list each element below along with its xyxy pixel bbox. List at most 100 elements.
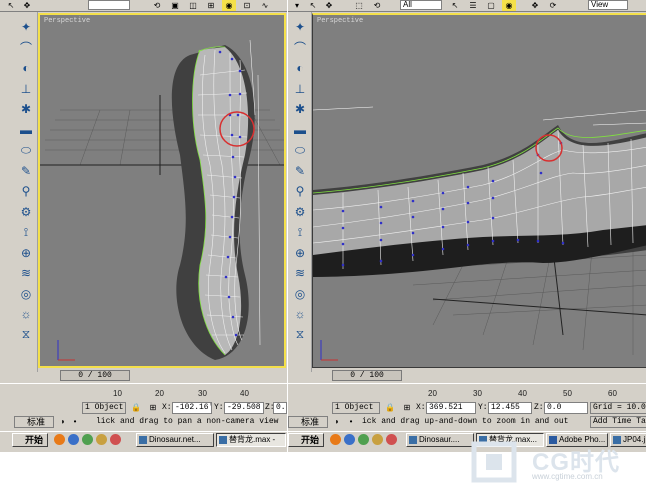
gear-icon[interactable]: ⚙ — [291, 203, 309, 221]
scale-icon[interactable]: ▣ — [168, 0, 182, 11]
curve-editor-icon[interactable]: ∿ — [258, 0, 272, 11]
wave-icon[interactable]: ≋ — [17, 264, 35, 282]
gear-icon[interactable]: ⚙ — [17, 203, 35, 221]
task-button[interactable]: Dinosaur.net... — [136, 433, 214, 447]
mail-icon[interactable] — [386, 434, 397, 445]
ribbon-icon[interactable]: ⧖ — [291, 326, 309, 344]
snap-icon[interactable]: ◉ — [222, 0, 236, 11]
box-icon[interactable]: ▬ — [291, 121, 309, 139]
start-button[interactable]: 开始 — [288, 433, 324, 447]
select-object-icon[interactable]: ↖ — [448, 0, 462, 11]
plug-icon[interactable]: ⊕ — [291, 244, 309, 262]
z-coordinate-field[interactable]: 0.0 — [544, 402, 588, 414]
light-icon[interactable]: ☼ — [291, 305, 309, 323]
box-icon[interactable]: ▬ — [17, 121, 35, 139]
cylinder-icon[interactable]: ⬭ — [291, 141, 309, 159]
explorer-icon[interactable] — [358, 434, 369, 445]
dinosaur-mesh-left — [40, 39, 284, 361]
move-icon[interactable]: ✥ — [322, 0, 336, 11]
y-coordinate-field[interactable]: -29.508 — [224, 402, 264, 414]
chevron-down-icon[interactable]: ▾ — [290, 0, 304, 11]
display-icon[interactable]: ✱ — [291, 100, 309, 118]
z-coordinate-field[interactable]: 0. — [273, 402, 287, 414]
move-icon[interactable]: ✥ — [528, 0, 542, 11]
magnet-icon[interactable]: ⚲ — [291, 182, 309, 200]
rotate-icon[interactable]: ⟲ — [370, 0, 384, 11]
hierarchy-icon[interactable]: ◐ — [291, 59, 309, 77]
selection-filter-field[interactable] — [88, 0, 130, 10]
media-icon[interactable] — [372, 434, 383, 445]
hierarchy-icon[interactable]: ◐ — [17, 59, 35, 77]
left-time-slider[interactable]: 0 / 100 — [60, 370, 130, 381]
mail-icon[interactable] — [110, 434, 121, 445]
select-by-name-icon[interactable]: ☰ — [466, 0, 480, 11]
brush-icon[interactable]: ✎ — [291, 162, 309, 180]
explorer-icon[interactable] — [82, 434, 93, 445]
transform-type-icon[interactable]: ⊞ — [146, 402, 160, 413]
task-button-active[interactable]: 替背龙.max - — [216, 433, 286, 447]
move-icon[interactable]: ✥ — [20, 0, 34, 11]
desktop-icon[interactable] — [68, 434, 79, 445]
align-icon[interactable]: ⊞ — [204, 0, 218, 11]
motion-icon[interactable]: ⊥ — [291, 80, 309, 98]
punct-icon[interactable]: • — [68, 416, 82, 427]
right-perspective-viewport[interactable]: Perspective — [312, 13, 646, 368]
bone-icon[interactable]: ⟟ — [291, 223, 309, 241]
left-perspective-viewport[interactable]: Perspective — [38, 13, 286, 368]
transform-type-icon[interactable]: ⊞ — [400, 402, 414, 413]
brush-icon[interactable]: ✎ — [17, 162, 35, 180]
bone-icon[interactable]: ⟟ — [17, 223, 35, 241]
add-time-tag-button[interactable]: Add Time Tag — [590, 416, 646, 428]
task-button[interactable]: Dinosaur.... — [406, 433, 474, 447]
rotate-icon[interactable]: ⟳ — [546, 0, 560, 11]
rotate-icon[interactable]: ⟲ — [150, 0, 164, 11]
motion-icon[interactable]: ⊥ — [17, 80, 35, 98]
selection-filter-dropdown[interactable]: All — [400, 0, 442, 10]
moon-icon[interactable]: ◗ — [330, 416, 344, 427]
right-track-ruler[interactable]: 20 30 40 50 60 — [288, 383, 646, 401]
task-label: Dinosaur.net... — [149, 435, 201, 444]
left-command-sidebar: ✦ ⌒ ◐ ⊥ ✱ ▬ ⬭ ✎ ⚲ ⚙ ⟟ ⊕ ≋ ◎ ☼ ⧖ — [14, 12, 38, 372]
ime-indicator[interactable]: 标准 — [14, 416, 54, 428]
create-icon[interactable]: ✦ — [17, 18, 35, 36]
window-crossing-icon[interactable]: ◉ — [502, 0, 516, 11]
layer-icon[interactable]: ⊡ — [240, 0, 254, 11]
x-coordinate-field[interactable]: 369.521 — [426, 402, 476, 414]
x-coordinate-field[interactable]: -102.16' — [172, 402, 212, 414]
media-icon[interactable] — [96, 434, 107, 445]
y-coordinate-field[interactable]: 12.455 — [488, 402, 532, 414]
cylinder-icon[interactable]: ⬭ — [17, 141, 35, 159]
plug-icon[interactable]: ⊕ — [17, 244, 35, 262]
modify-icon[interactable]: ⌒ — [291, 39, 309, 57]
selection-count: 1 Object — [332, 402, 380, 414]
ruler-tick: 40 — [240, 389, 249, 398]
ime-indicator[interactable]: 标准 — [288, 416, 328, 428]
selection-count: 1 Object — [82, 402, 126, 414]
wave-icon[interactable]: ≋ — [291, 264, 309, 282]
rect-select-icon[interactable]: ▢ — [484, 0, 498, 11]
desktop-icon[interactable] — [344, 434, 355, 445]
ie-icon[interactable] — [54, 434, 65, 445]
x-label: X: — [162, 403, 172, 412]
ie-icon[interactable] — [330, 434, 341, 445]
display-icon[interactable]: ✱ — [17, 100, 35, 118]
right-main-toolbar: ▾ ↖ ✥ ⬚ ⟲ All ↖ ☰ ▢ ◉ ✥ ⟳ View — [288, 0, 646, 12]
camera-icon[interactable]: ◎ — [17, 285, 35, 303]
create-icon[interactable]: ✦ — [291, 18, 309, 36]
lock-icon[interactable]: 🔒 — [383, 402, 397, 413]
punct-icon[interactable]: • — [344, 416, 358, 427]
select-arrow-icon[interactable]: ↖ — [4, 0, 18, 11]
modify-icon[interactable]: ⌒ — [17, 39, 35, 57]
lock-icon[interactable]: 🔒 — [129, 402, 143, 413]
ribbon-icon[interactable]: ⧖ — [17, 326, 35, 344]
magnet-icon[interactable]: ⚲ — [17, 182, 35, 200]
start-button[interactable]: 开始 — [12, 433, 48, 447]
select-region-icon[interactable]: ⬚ — [352, 0, 366, 11]
mirror-icon[interactable]: ◫ — [186, 0, 200, 11]
right-time-slider[interactable]: 0 / 100 — [332, 370, 402, 381]
light-icon[interactable]: ☼ — [17, 305, 35, 323]
reference-coord-dropdown[interactable]: View — [588, 0, 628, 10]
select-arrow-icon[interactable]: ↖ — [306, 0, 320, 11]
left-track-ruler[interactable]: 10 20 30 40 — [0, 383, 287, 401]
camera-icon[interactable]: ◎ — [291, 285, 309, 303]
